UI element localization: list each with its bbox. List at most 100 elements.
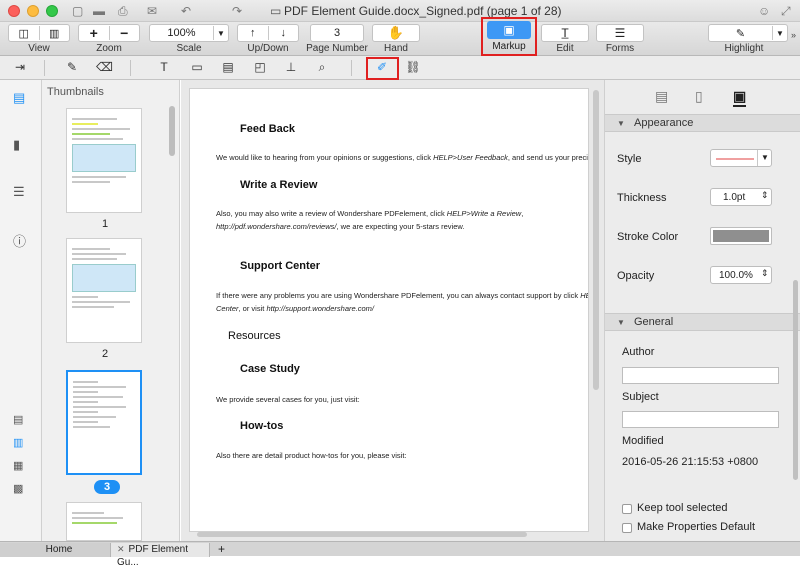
smiley-icon[interactable]: ☺ <box>758 4 770 18</box>
style-label: Style <box>617 153 642 165</box>
paragraph: We provide several cases for you, just v… <box>216 395 360 404</box>
forms-button[interactable]: ☰ <box>596 24 644 42</box>
arrow-down-icon[interactable]: ↓ <box>269 27 299 39</box>
scale-label: Scale <box>176 43 202 54</box>
forms-label: Forms <box>605 43 635 54</box>
text-tool-icon[interactable]: T <box>156 60 172 74</box>
appearance-label: Appearance <box>634 117 694 129</box>
pencil-icon[interactable]: ✎ <box>64 60 80 74</box>
page-properties-icon[interactable]: ▤ <box>655 88 668 105</box>
shapes-icon[interactable]: ◰ <box>252 60 268 74</box>
highlighter-icon[interactable]: ✎ <box>709 27 772 40</box>
title-bar: ▢ ▬ ⎙ ✉ ↶ ↷ ▭ PDF Element Guide.docx_Sig… <box>0 0 800 22</box>
view-label: View <box>28 43 50 54</box>
subject-field[interactable] <box>622 411 779 428</box>
overflow-icon[interactable]: » <box>791 30 796 40</box>
heading-resources: Resources <box>228 330 281 342</box>
grid-layout-icon[interactable]: ▩ <box>13 482 23 495</box>
info-icon[interactable]: ⓘ <box>13 231 26 250</box>
chevron-down-icon[interactable]: ▼ <box>773 29 787 38</box>
mail-icon[interactable]: ✉ <box>147 4 157 18</box>
continuous-layout-icon[interactable]: ▥ <box>13 436 23 449</box>
textbox-icon[interactable]: ▤ <box>220 60 236 74</box>
two-page-view-icon[interactable]: ▥ <box>40 27 70 40</box>
document-tab[interactable]: ✕ PDF Element Gu... <box>110 543 210 568</box>
add-tab-button[interactable]: + <box>212 543 231 557</box>
undo-icon[interactable]: ↶ <box>181 4 191 18</box>
opacity-stepper[interactable]: 100.0% ⇕ <box>710 266 772 284</box>
sidebar-toggle-icon[interactable]: ⇥ <box>12 60 28 74</box>
chevron-down-icon: ▼ <box>217 28 225 38</box>
close-window-button[interactable] <box>8 5 20 17</box>
thumbnail-page[interactable] <box>66 108 142 213</box>
updown-segment[interactable]: ↑ ↓ <box>237 24 299 42</box>
stamp-icon[interactable]: ⊥ <box>283 60 299 74</box>
single-page-view-icon[interactable]: ◫ <box>9 27 39 40</box>
thumbnail-page[interactable] <box>66 502 142 541</box>
page-number-value: 3 <box>333 27 341 39</box>
keep-tool-checkbox[interactable] <box>622 504 632 514</box>
edit-button[interactable]: T̲ <box>541 24 589 42</box>
folder-icon[interactable]: ▬ <box>93 4 105 18</box>
stepper-icon[interactable]: ⇕ <box>761 268 769 279</box>
edit-text-icon: T̲ <box>561 26 569 40</box>
close-tab-icon[interactable]: ✕ <box>117 544 125 554</box>
fullscreen-icon[interactable]: ⤢ <box>781 4 791 19</box>
eraser-icon[interactable]: ⌫ <box>96 60 113 74</box>
thumbnails-icon[interactable]: ▤ <box>13 90 25 106</box>
thumbnail-label: 1 <box>101 218 109 230</box>
general-section-header[interactable]: ▼ General <box>605 313 800 331</box>
scale-value: 100% <box>167 27 196 39</box>
note-icon[interactable]: ▭ <box>189 60 205 74</box>
author-label: Author <box>622 346 655 358</box>
document-properties-icon[interactable]: ▯ <box>695 88 703 105</box>
single-page-layout-icon[interactable]: ▤ <box>13 413 23 426</box>
paragraph: Center, or visit http://support.wondersh… <box>216 304 374 313</box>
thumbnail-page-selected[interactable] <box>66 370 142 475</box>
stroke-color-fill <box>713 230 769 242</box>
new-document-icon[interactable]: ▢ <box>72 4 83 18</box>
arrow-up-icon[interactable]: ↑ <box>238 27 268 39</box>
view-segment[interactable]: ◫ ▥ <box>8 24 70 42</box>
style-select[interactable]: ▼ <box>710 149 772 167</box>
make-default-checkbox[interactable] <box>622 523 632 533</box>
thumbnail-page[interactable] <box>66 238 142 343</box>
thumbnails-scrollbar[interactable] <box>169 106 175 156</box>
page-number-input[interactable]: 3 <box>310 24 364 42</box>
attachment-icon[interactable]: ⌕ <box>314 60 330 75</box>
zoom-in-button[interactable]: + <box>79 25 109 41</box>
thumbnail-label: 2 <box>101 348 109 360</box>
highlight-segment[interactable]: ✎ ▼ <box>708 24 788 42</box>
author-field[interactable] <box>622 367 779 384</box>
print-icon[interactable]: ⎙ <box>118 4 128 19</box>
home-tab[interactable]: Home <box>0 543 118 557</box>
highlight-label: Highlight <box>724 43 764 54</box>
link-icon[interactable]: ⛓ <box>405 60 421 74</box>
markup-button[interactable]: ▣ <box>487 21 531 39</box>
document-vertical-scrollbar[interactable] <box>593 90 599 390</box>
document-area: Feed Back We would like to hearing from … <box>181 80 604 541</box>
scale-select[interactable]: 100% ▼ <box>149 24 229 42</box>
zoom-window-button[interactable] <box>46 5 58 17</box>
redo-icon[interactable]: ↷ <box>232 4 242 18</box>
stroke-color-swatch[interactable] <box>710 227 772 245</box>
thickness-stepper[interactable]: 1.0pt ⇕ <box>710 188 772 206</box>
document-tab-bar: Home ✕ PDF Element Gu... + <box>0 541 800 568</box>
hand-button[interactable]: ✋ <box>372 24 420 42</box>
minimize-window-button[interactable] <box>27 5 39 17</box>
zoom-out-button[interactable]: − <box>110 25 140 41</box>
appearance-section-header[interactable]: ▼ Appearance <box>605 114 800 132</box>
general-label: General <box>634 316 674 328</box>
annotation-properties-icon[interactable]: ▣ <box>733 88 747 107</box>
properties-scrollbar[interactable] <box>793 280 798 480</box>
markup-button-highlight[interactable]: ▣ Markup <box>481 17 537 56</box>
document-horizontal-scrollbar[interactable] <box>197 532 527 537</box>
style-line-preview <box>716 158 754 160</box>
heading-how-tos: How-tos <box>240 420 284 432</box>
stepper-icon[interactable]: ⇕ <box>761 190 769 201</box>
two-page-layout-icon[interactable]: ▦ <box>13 459 23 472</box>
zoom-segment[interactable]: + − <box>78 24 140 42</box>
updown-label: Up/Down <box>247 43 289 54</box>
bookmark-icon[interactable]: ▮ <box>13 137 20 153</box>
outline-icon[interactable]: ☰ <box>13 184 25 200</box>
